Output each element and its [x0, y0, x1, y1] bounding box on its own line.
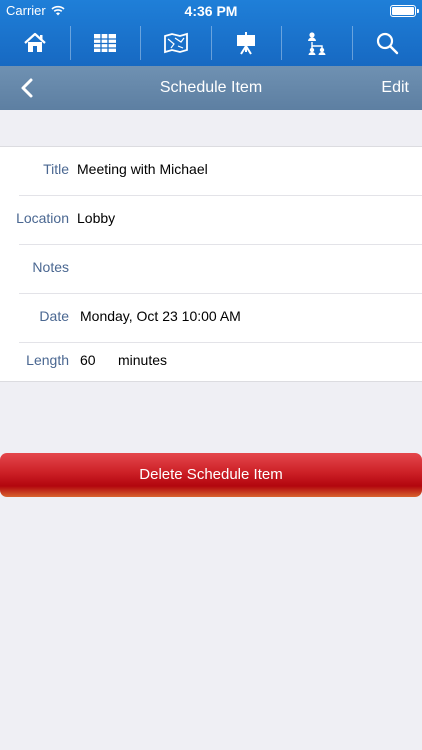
delete-schedule-item-button[interactable]: Delete Schedule Item: [0, 453, 422, 497]
toolbar-map-button[interactable]: [141, 26, 212, 60]
page-title: Schedule Item: [159, 79, 263, 96]
title-label: Title: [43, 161, 69, 177]
org-chart-icon: [307, 32, 326, 55]
length-value[interactable]: 60: [80, 352, 96, 368]
date-label: Date: [39, 308, 69, 324]
app-header: Carrier 4:36 PM: [0, 0, 422, 66]
toolbar-home-button[interactable]: [0, 26, 71, 60]
toolbar-schedule-button[interactable]: [71, 26, 141, 60]
title-row[interactable]: Title Meeting with Michael: [0, 147, 422, 196]
navigation-bar: Schedule Item Edit: [0, 66, 422, 110]
length-unit: minutes: [118, 352, 168, 368]
toolbar: [0, 20, 422, 66]
edit-button[interactable]: Edit: [381, 79, 409, 97]
map-icon: [163, 32, 188, 54]
status-bar: Carrier 4:36 PM: [0, 0, 422, 20]
presentation-icon: [237, 32, 256, 55]
location-label: Location: [16, 210, 69, 226]
notes-label: Notes: [32, 259, 69, 275]
table-grid-icon: [94, 34, 117, 52]
toolbar-contacts-button[interactable]: [282, 26, 353, 60]
home-icon: [24, 32, 46, 52]
location-value[interactable]: Lobby: [77, 210, 115, 226]
date-row[interactable]: Date Monday, Oct 23 10:00 AM: [0, 294, 422, 343]
toolbar-search-button[interactable]: [353, 26, 422, 60]
search-icon: [377, 32, 399, 55]
length-row[interactable]: Length 60 minutes: [0, 343, 422, 383]
battery-icon: [390, 5, 419, 17]
notes-row[interactable]: Notes: [0, 245, 422, 294]
date-value[interactable]: Monday, Oct 23 10:00 AM: [80, 308, 241, 324]
location-row[interactable]: Location Lobby: [0, 196, 422, 245]
toolbar-presentation-button[interactable]: [212, 26, 282, 60]
status-time: 4:36 PM: [184, 3, 238, 19]
schedule-item-form: Title Meeting with Michael Location Lobb…: [0, 146, 422, 382]
title-value[interactable]: Meeting with Michael: [77, 161, 208, 177]
length-label: Length: [26, 352, 69, 368]
